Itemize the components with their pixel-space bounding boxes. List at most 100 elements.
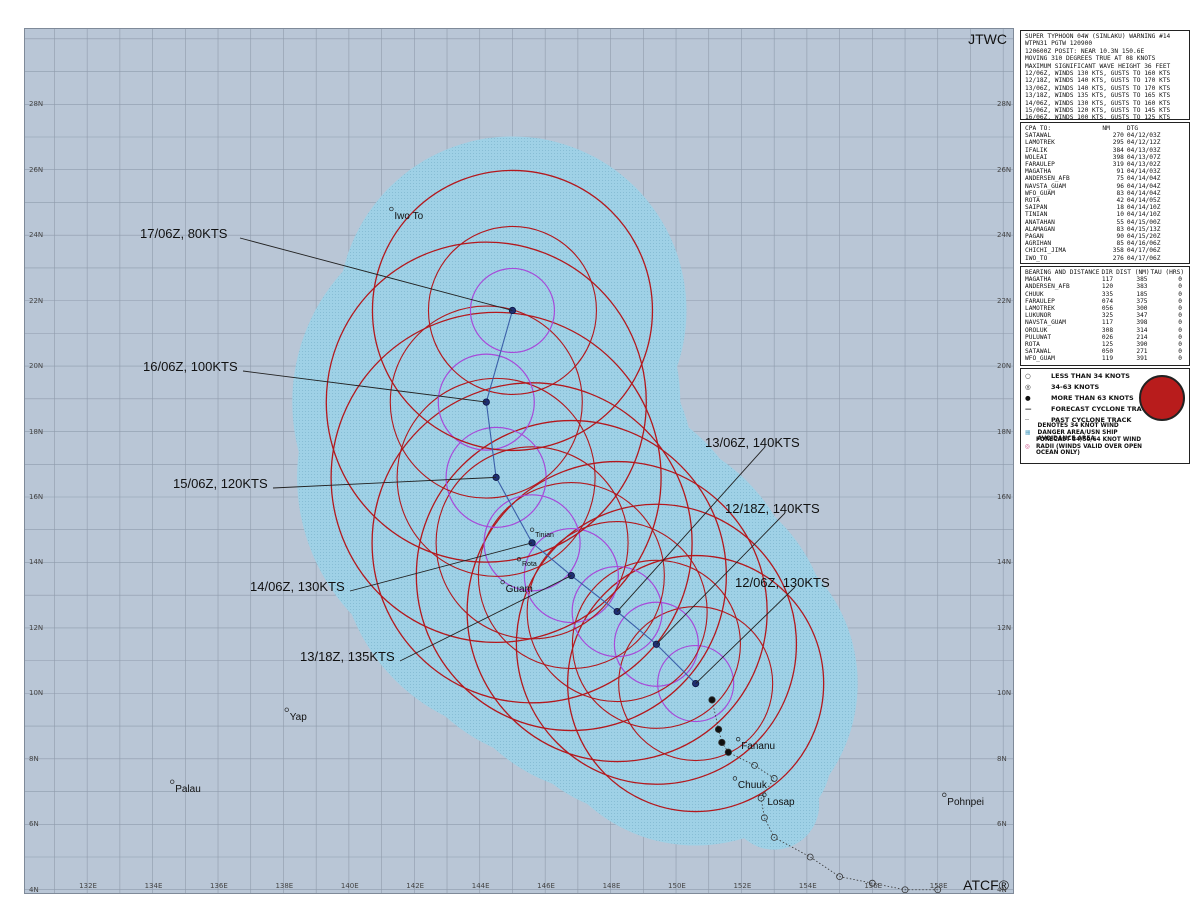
lat-tick-label: 4N (997, 885, 1007, 894)
header-line: 13/06Z, WINDS 140 KTS, GUSTS TO 170 KTS (1025, 84, 1171, 92)
lat-tick-label: 26N (29, 165, 44, 174)
past-track-point (718, 738, 726, 747)
cpa-dtg: 04/15/20Z (1126, 233, 1161, 241)
cpa-row: ALAMAGAN 83 04/15/13Z (1025, 226, 1185, 233)
bearing-station: LAMOTREK (1025, 305, 1055, 313)
cpa-dtg: 04/13/07Z (1126, 153, 1161, 161)
lat-tick-label: 18N (997, 427, 1012, 436)
cpa-panel: CPA TO: NM DTG SATAWAL 270 04/12/03Z LAMOTR… (1020, 122, 1190, 264)
lon-tick-label: 148E (602, 882, 621, 890)
forecast-map: JTWC ATCF® 12/06Z, 130KTS 12/18Z, 140KTS 1… (24, 28, 1014, 894)
place-label: Iwo To (394, 211, 424, 222)
lat-tick-label: 20N (29, 362, 44, 371)
past-track-point (708, 696, 716, 704)
cpa-nm: 319 (1112, 161, 1124, 169)
bearing-dir: 119 (1101, 355, 1114, 363)
cpa-station: IFALIK (1025, 146, 1048, 154)
bearing-row: ROTA 125 390 0 (1025, 341, 1185, 348)
bearing-row: LAMOTREK 056 300 0 (1025, 305, 1185, 312)
cpa-nm: 75 (1116, 175, 1124, 183)
bearing-tau: 0 (1178, 305, 1182, 313)
cpa-row: WOLEAI 398 04/13/07Z (1025, 154, 1185, 161)
forecast-callout: 15/06Z, 120KTS (173, 476, 268, 491)
bearing-col-dir: DIR (1101, 269, 1113, 276)
cpa-row: ROTA 42 04/14/05Z (1025, 197, 1185, 204)
place-label: Guam (505, 584, 533, 596)
lat-tick-label: 24N (29, 231, 44, 240)
legend-label: FORECAST 34/50/64 KNOT WIND RADII (WINDS… (1035, 437, 1143, 457)
cpa-row: MAGATHA 91 04/14/03Z (1025, 168, 1185, 175)
cpa-nm: 55 (1116, 218, 1124, 226)
cpa-station: PAGAN (1025, 233, 1044, 241)
cpa-row: SATAWAL 270 04/12/03Z (1025, 132, 1185, 139)
bearing-row: ANDERSEN_AFB 120 383 0 (1025, 283, 1185, 290)
lon-tick-label: 144E (471, 882, 490, 890)
cpa-dtg: 04/14/10Z (1126, 204, 1161, 212)
forecast-callout: 16/06Z, 100KTS (143, 359, 238, 374)
cpa-nm: 270 (1112, 132, 1124, 140)
lon-tick-label: 152E (733, 882, 752, 890)
forecast-callout: 12/18Z, 140KTS (725, 501, 820, 516)
lat-tick-label: 20N (997, 362, 1012, 371)
header-line: WTPN31 PGTW 120900 (1025, 40, 1093, 48)
legend-item: ◎ FORECAST 34/50/64 KNOT WIND RADII (WIND… (1025, 437, 1185, 457)
bearing-station: CHUUK (1025, 290, 1044, 298)
lon-tick-label: 138E (275, 882, 294, 890)
cpa-station: ANATAHAN (1025, 218, 1055, 226)
cpa-row: NAVSTA_GUAM 96 04/14/04Z (1025, 183, 1185, 190)
place-label: Palau (175, 783, 201, 795)
bearing-dir: 050 (1101, 348, 1114, 356)
map-canvas (25, 29, 1013, 893)
bearing-dir: 335 (1101, 290, 1114, 298)
place-label: Yap (289, 711, 307, 723)
cpa-nm: 85 (1116, 240, 1124, 248)
bearing-station: WFO_GUAM (1025, 355, 1055, 363)
header-line: 14/06Z, WINDS 130 KTS, GUSTS TO 160 KTS (1025, 99, 1171, 107)
bearing-col-dist: DIST (NM) (1116, 269, 1150, 276)
cpa-dtg: 04/13/03Z (1126, 146, 1161, 154)
place-label: Losap (767, 796, 795, 808)
legend-panel: ○ LESS THAN 34 KNOTS ◎ 34-63 KNOTS ● MORE THA… (1020, 368, 1190, 464)
lat-tick-label: 10N (29, 689, 44, 698)
cpa-station: WFO_GUAM (1025, 189, 1055, 197)
bearing-tau: 0 (1178, 319, 1182, 327)
lat-tick-label: 16N (997, 493, 1012, 501)
place-label: Fananu (741, 741, 776, 753)
bearing-dist: 271 (1136, 348, 1148, 356)
bearing-row: NAVSTA_GUAM 117 398 0 (1025, 319, 1185, 326)
cpa-station: ROTA (1025, 197, 1040, 205)
cpa-dtg: 04/15/13Z (1126, 225, 1161, 233)
bearing-dir: 308 (1101, 326, 1114, 334)
bearing-dir: 026 (1101, 333, 1114, 341)
bearing-tau: 0 (1178, 348, 1182, 356)
place-marker (284, 707, 289, 712)
cpa-col-dtg: DTG (1126, 125, 1139, 132)
cpa-station: SAIPAN (1025, 204, 1048, 212)
lon-tick-label: 136E (210, 882, 228, 890)
cpa-nm: 398 (1112, 153, 1124, 161)
lat-tick-label: 8N (29, 754, 39, 763)
bearing-dist: 391 (1136, 355, 1148, 363)
place-label: Rota (522, 561, 537, 569)
bearing-panel: BEARING AND DISTANCE DIR DIST (NM) TAU (… (1020, 266, 1190, 366)
lat-tick-label: 6N (29, 820, 39, 829)
moderate-circle-icon: ◎ (1025, 382, 1031, 391)
lat-tick-label: 24N (997, 231, 1012, 240)
cpa-row: AGRIHAN 85 04/16/06Z (1025, 240, 1185, 247)
bearing-dir: 117 (1101, 276, 1114, 284)
cpa-row: CHICHI_JIMA 358 04/17/06Z (1025, 247, 1185, 254)
lat-tick-label: 12N (997, 623, 1012, 632)
header-line: SUPER TYPHOON 04W (SINLAKU) WARNING #14 (1025, 33, 1171, 40)
bearing-row: CHUUK 335 185 0 (1025, 291, 1185, 298)
bearing-dist: 390 (1136, 341, 1148, 349)
cpa-dtg: 04/13/02Z (1126, 161, 1161, 169)
cpa-dtg: 04/14/05Z (1126, 197, 1161, 205)
bearing-col-tau: TAU (HRS) (1150, 269, 1185, 276)
bearing-tau: 0 (1178, 283, 1182, 291)
cpa-nm: 90 (1116, 233, 1124, 241)
bearing-dist: 375 (1136, 297, 1148, 305)
cpa-station: TINIAN (1025, 211, 1048, 219)
cpa-station: SATAWAL (1025, 132, 1052, 140)
cpa-station: ALAMAGAN (1025, 225, 1055, 233)
lon-tick-label: 146E (537, 882, 555, 890)
